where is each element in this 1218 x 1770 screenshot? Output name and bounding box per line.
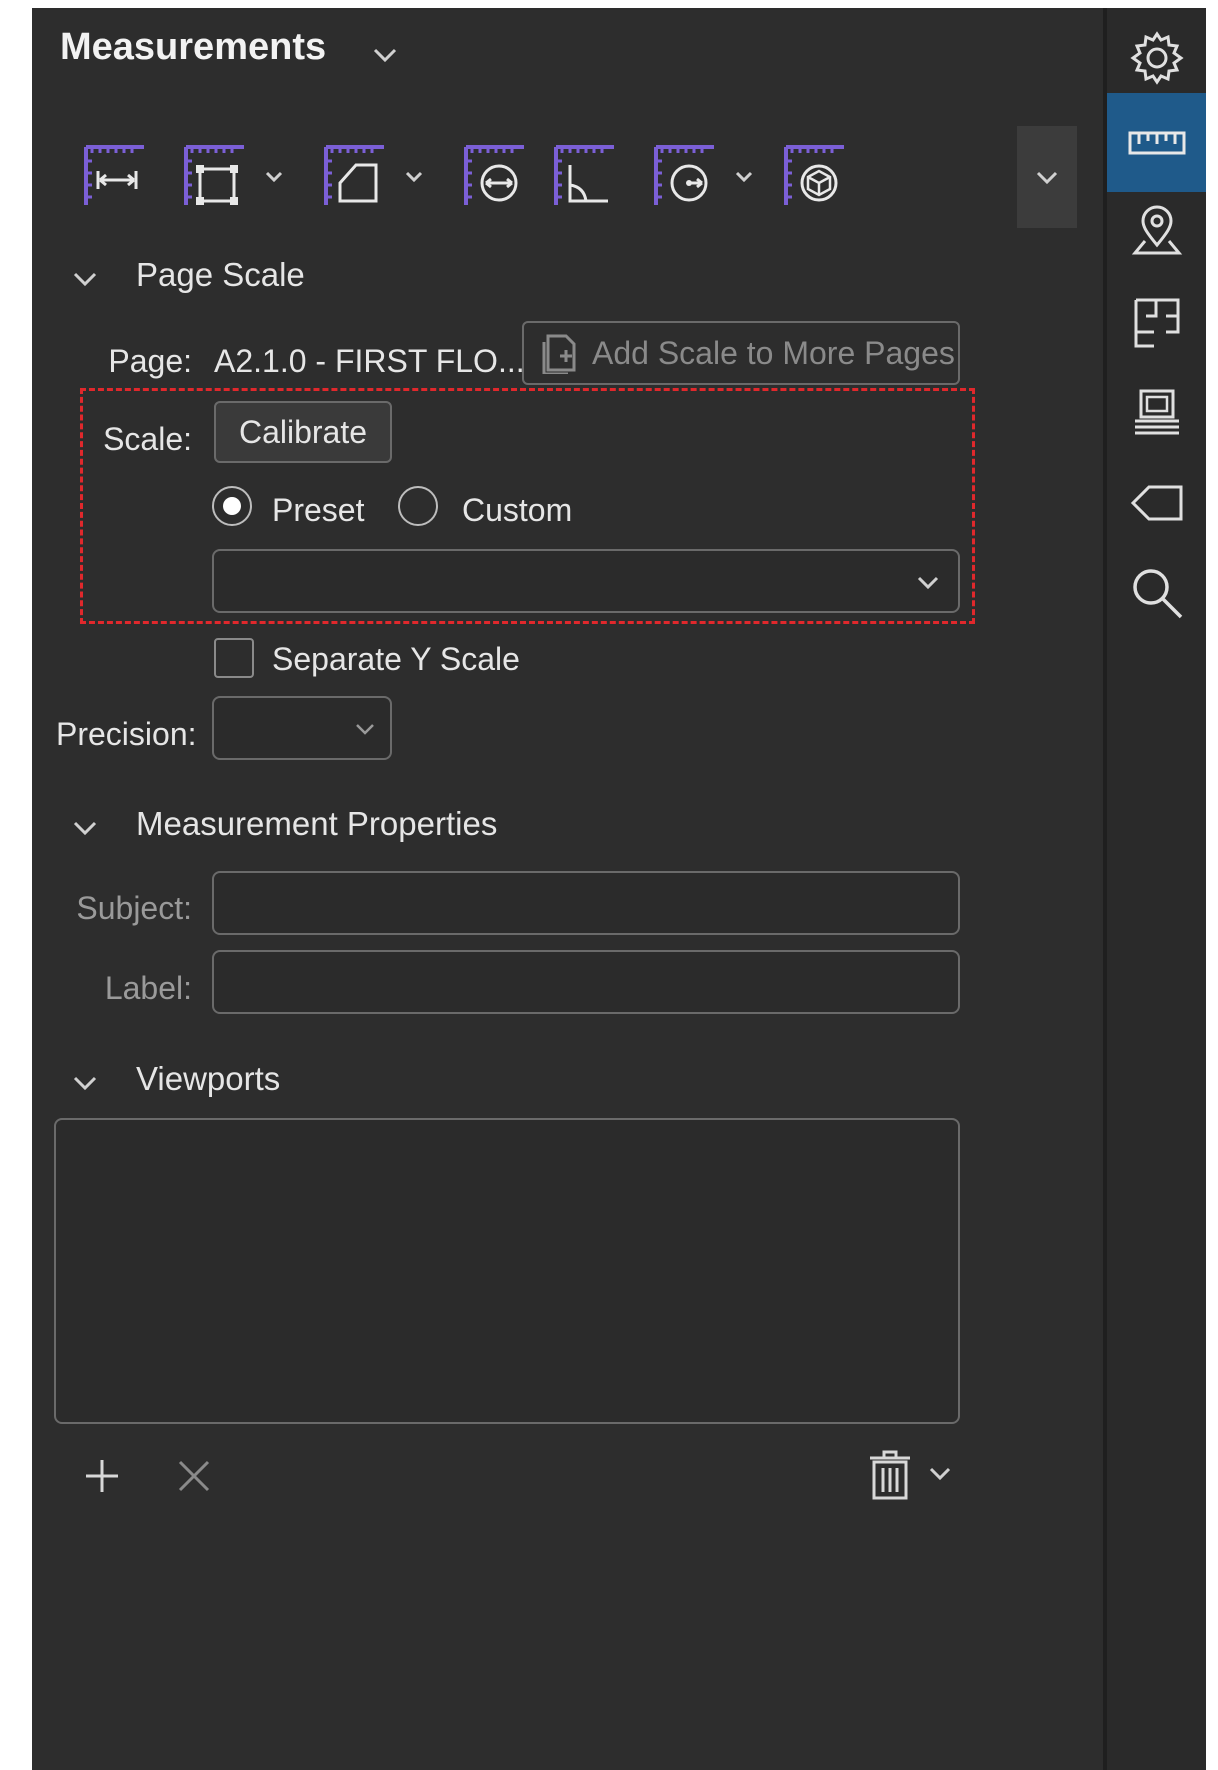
chevron-down-icon[interactable] [372,46,398,69]
area-measure-icon[interactable] [322,143,388,209]
section-title: Measurement Properties [136,805,498,842]
label-label: Label: [104,970,192,1006]
calibrate-button[interactable]: Calibrate [214,401,392,463]
preset-scale-select[interactable] [212,549,960,613]
subject-input[interactable] [212,871,960,935]
toolbar-overflow-button[interactable] [1017,126,1077,228]
angle-measure-icon[interactable] [552,143,618,209]
chevron-down-icon [1036,171,1058,185]
ruler-icon[interactable] [1107,93,1206,192]
chevron-down-icon [73,821,97,836]
subject-label: Subject: [76,890,192,926]
diameter-measure-icon[interactable] [462,143,528,209]
add-scale-label: Add Scale to More Pages [592,334,955,371]
add-icon[interactable] [82,1456,122,1496]
separate-y-scale-checkbox[interactable] [214,638,254,678]
chevron-down-icon[interactable] [928,1466,952,1482]
chevron-down-icon [73,1076,97,1091]
panel-title: Measurements [60,26,327,68]
preset-label: Preset [272,492,365,528]
search-icon[interactable] [1107,543,1206,642]
floor-plan-icon[interactable] [1107,273,1206,372]
trash-icon[interactable] [866,1448,914,1502]
perimeter-dropdown-chevron-icon[interactable] [264,170,284,189]
viewports-list[interactable] [54,1118,960,1424]
page-value: A2.1.0 - FIRST FLO... [214,343,525,379]
section-title: Viewports [136,1060,281,1097]
precision-label: Precision: [56,716,197,752]
chevron-down-icon [73,272,97,287]
preset-radio[interactable] [212,486,252,526]
page-label: Page: [108,343,192,379]
area-dropdown-chevron-icon[interactable] [404,170,424,189]
radius-dropdown-chevron-icon[interactable] [734,170,754,189]
volume-measure-icon[interactable] [782,143,848,209]
precision-select[interactable] [212,696,392,760]
custom-label: Custom [462,492,573,528]
label-input[interactable] [212,950,960,1014]
right-rail [1103,8,1206,1770]
section-title: Page Scale [136,256,305,293]
add-scale-to-more-pages-button[interactable]: Add Scale to More Pages [522,321,960,385]
measurements-panel: Measurements Page Scale Page: A2.1.0 - F… [32,8,1206,1770]
chevron-down-icon [356,724,374,735]
custom-radio[interactable] [398,486,438,526]
radius-measure-icon[interactable] [652,143,718,209]
perimeter-measure-icon[interactable] [182,143,248,209]
chevron-down-icon [917,576,939,590]
main-pane: Measurements Page Scale Page: A2.1.0 - F… [32,8,1103,1770]
separate-y-scale-label: Separate Y Scale [272,641,520,677]
copy-pages-icon [542,334,576,374]
location-pin-icon[interactable] [1107,183,1206,282]
distance-measure-icon[interactable] [82,143,148,209]
printer-icon[interactable] [1107,363,1206,462]
scale-label: Scale: [103,421,192,457]
tag-icon[interactable] [1107,453,1206,552]
remove-icon[interactable] [174,1456,214,1496]
